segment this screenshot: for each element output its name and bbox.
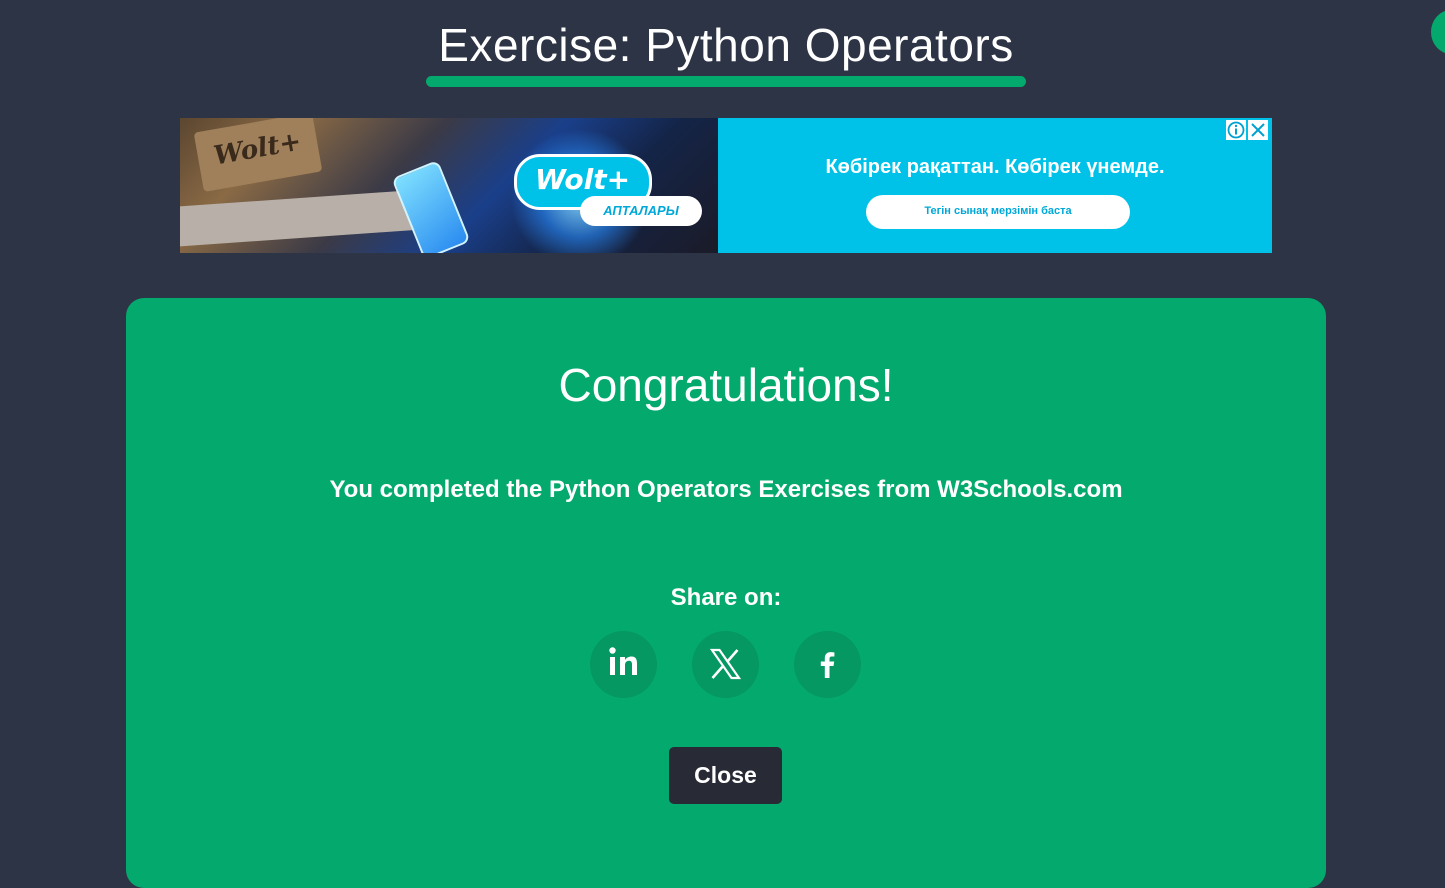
ad-cta-label: Тегін сынақ мерзімін баста [924, 205, 1072, 217]
ad-box-shape: Wolt+ [193, 118, 323, 192]
ad-table-shape [180, 189, 420, 247]
ad-sub-text: АПТАЛАРЫ [603, 203, 679, 218]
title-underline [426, 76, 1026, 87]
facebook-icon [820, 652, 835, 678]
ad-box-brand: Wolt+ [211, 126, 304, 172]
ad-image: Wolt+ Wolt+ АПТАЛАРЫ [180, 118, 718, 253]
share-label: Share on: [670, 584, 782, 611]
congratulations-modal: Congratulations! You completed the Pytho… [126, 298, 1326, 888]
modal-title: Congratulations! [558, 359, 894, 411]
close-icon[interactable] [1248, 120, 1268, 140]
share-facebook-button[interactable] [794, 631, 861, 698]
ad-banner[interactable]: Wolt+ Wolt+ АПТАЛАРЫ Көбірек рақаттан. К… [180, 118, 1272, 253]
linkedin-icon [609, 647, 637, 675]
share-linkedin-button[interactable] [590, 631, 657, 698]
close-button[interactable]: Close [669, 747, 782, 804]
info-icon[interactable] [1226, 120, 1246, 140]
corner-indicator[interactable] [1431, 10, 1445, 54]
share-x-button[interactable] [692, 631, 759, 698]
page-header: Exercise: Python Operators [426, 14, 1026, 90]
page-title: Exercise: Python Operators [438, 19, 1014, 71]
ad-sub-pill: АПТАЛАРЫ [580, 196, 702, 226]
completion-message: You completed the Python Operators Exerc… [329, 476, 1123, 503]
ad-logo-text: Wolt+ [535, 163, 631, 196]
x-icon [709, 648, 742, 680]
ad-cta-button[interactable]: Тегін сынақ мерзімін баста [866, 195, 1130, 229]
ad-phone-image [391, 159, 471, 253]
ad-headline: Көбірек рақаттан. Көбірек үнемде. [825, 156, 1165, 178]
